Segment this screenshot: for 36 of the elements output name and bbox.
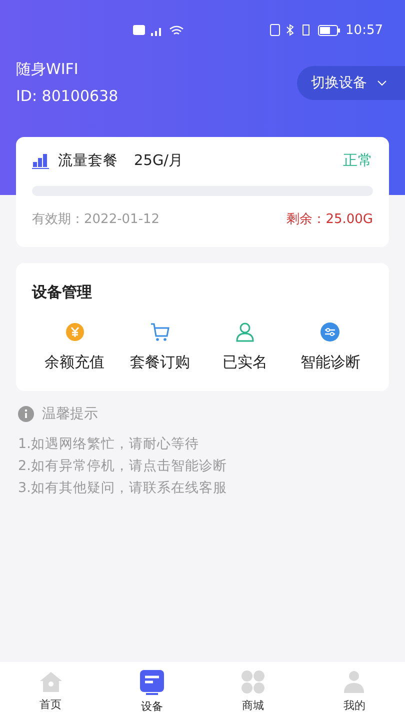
caret-icon: [377, 80, 387, 86]
bar-chart-icon: [32, 152, 50, 168]
bluetooth-icon: [286, 24, 294, 36]
tab-item[interactable]: 设备: [101, 662, 202, 720]
feature-button[interactable]: 余额充值: [32, 320, 118, 373]
plan-title: 流量套餐: [58, 152, 118, 170]
tab-item[interactable]: 首页: [0, 662, 102, 720]
tip-line: 3.如有其他疑问，请联系在线客服: [18, 479, 228, 498]
battery-icon: [318, 24, 340, 36]
sliders-icon: [320, 321, 340, 343]
feature-button[interactable]: 智能诊断: [288, 320, 373, 373]
tab-item[interactable]: 商城: [202, 662, 304, 720]
person-icon: [234, 321, 256, 343]
tab-item[interactable]: 我的: [304, 662, 405, 720]
wifi-icon: [168, 24, 184, 36]
remaining-data: 剩余：25.00G: [286, 211, 373, 228]
status-time: 10:57: [346, 22, 383, 38]
cart-icon: [148, 321, 171, 343]
tip-line: 1.如遇网络繁忙，请耐心等待: [18, 435, 200, 454]
switch-device-button[interactable]: 切换设备: [297, 66, 405, 100]
coin-icon: [64, 321, 85, 343]
person-icon: [343, 670, 366, 694]
section-title: 设备管理: [32, 283, 93, 302]
device-icon: [138, 668, 165, 694]
device-id: ID: 80100638: [16, 87, 118, 105]
plan-quota: 25G/月: [134, 152, 184, 170]
feature-button[interactable]: 已实名: [202, 320, 288, 373]
feature-button[interactable]: 套餐订购: [117, 320, 202, 373]
tips-title: 温馨提示: [42, 405, 98, 423]
grid-icon: [241, 670, 266, 694]
tip-line: 2.如有异常停机，请点击智能诊断: [18, 457, 228, 476]
info-icon: [18, 406, 34, 422]
validity-date: 有效期：2022-01-12: [32, 211, 160, 228]
device-name: 随身WIFI: [16, 60, 80, 79]
plan-status: 正常: [343, 152, 373, 170]
home-icon: [38, 670, 63, 692]
